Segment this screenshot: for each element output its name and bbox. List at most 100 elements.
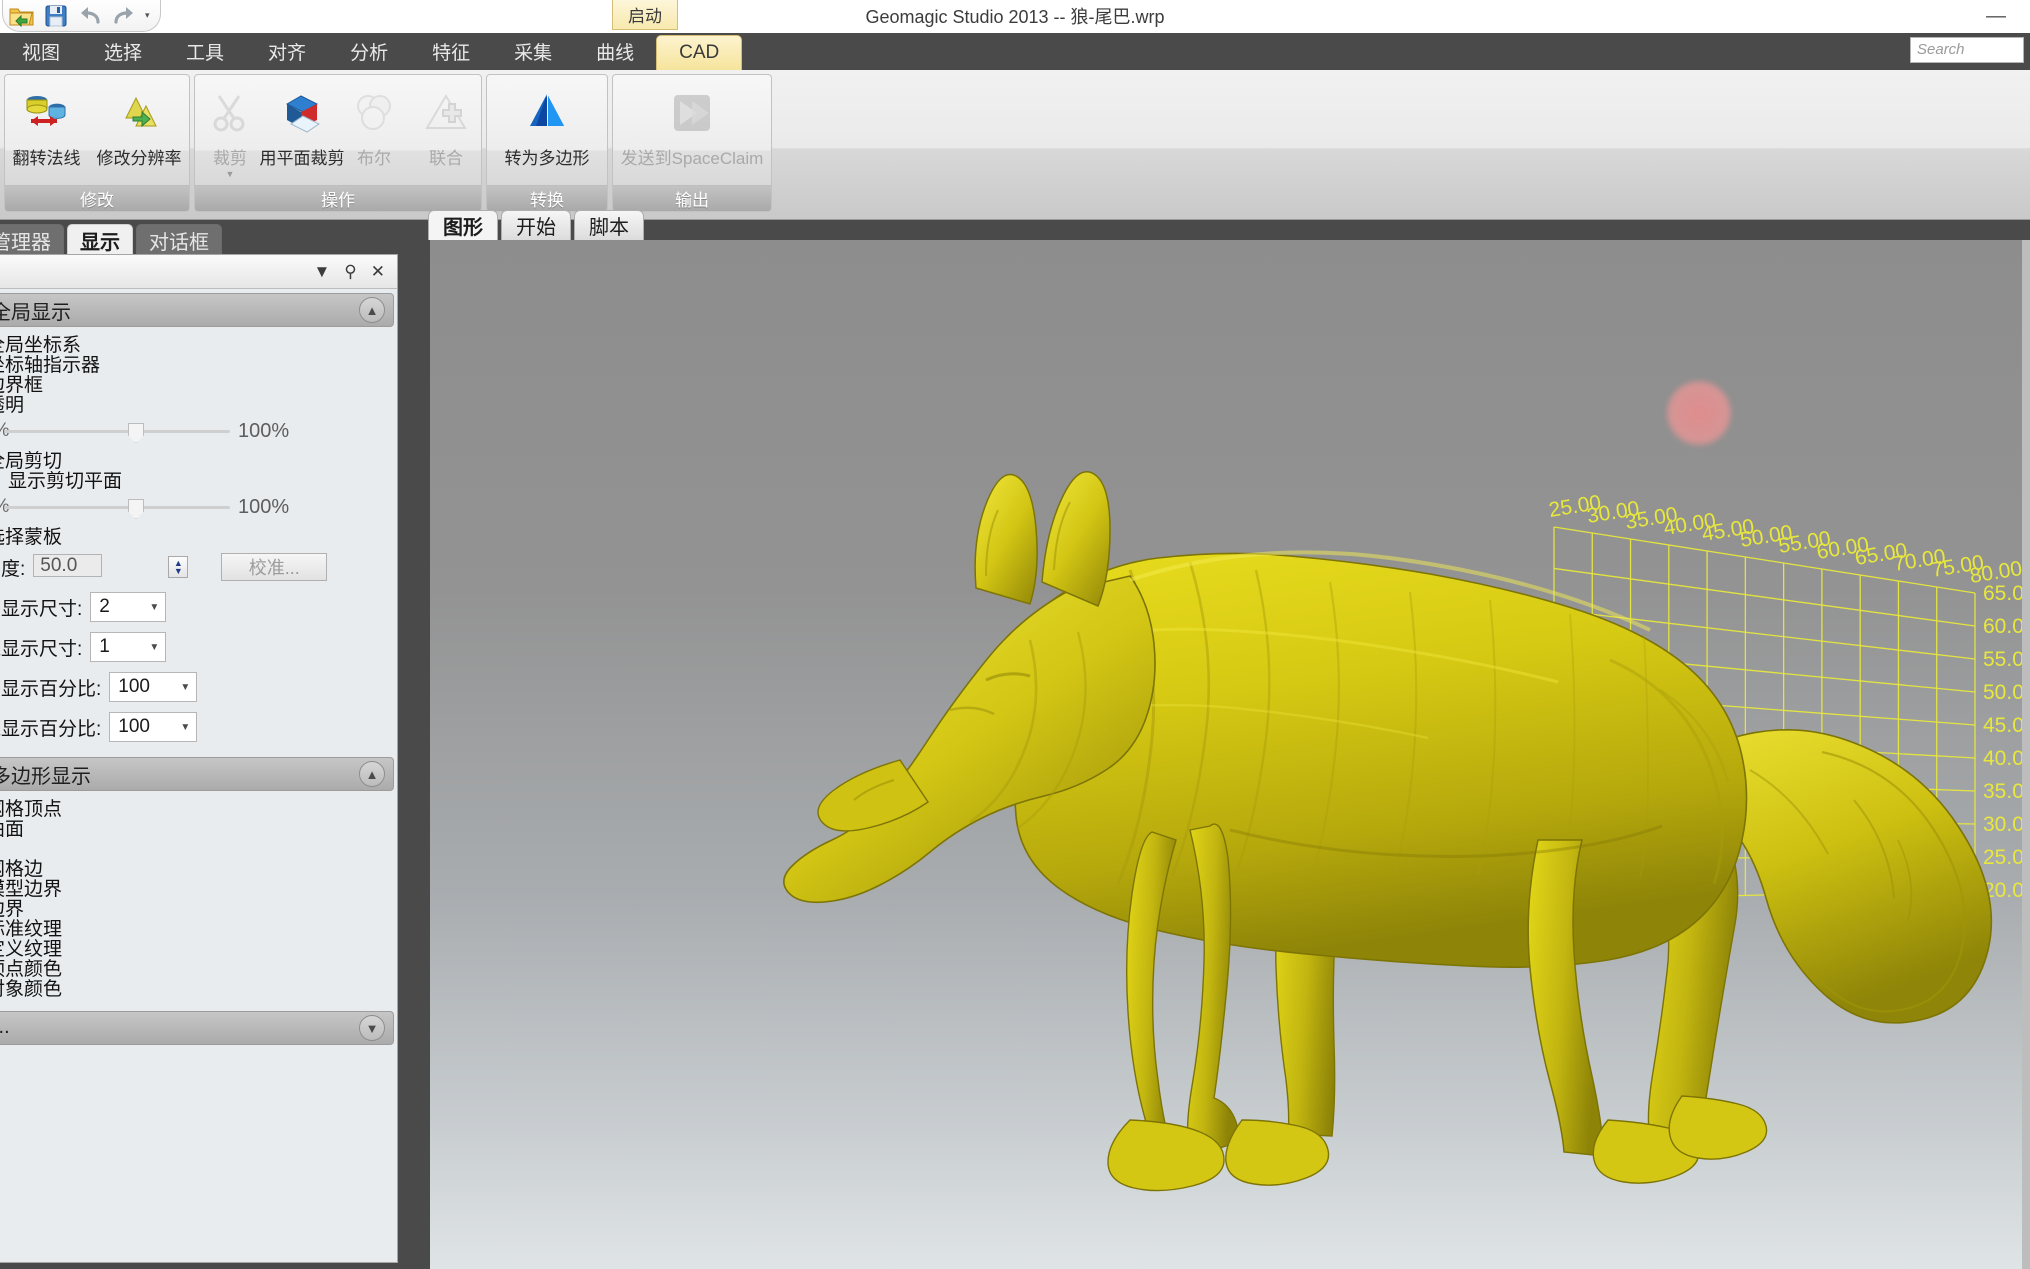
3d-viewport[interactable]: 25.00 30.00 35.00 40.00 45.00 50.00 55.00 60.00… <box>430 240 2030 1269</box>
modify-resolution-icon <box>111 84 167 142</box>
ribbon-group-3: 发送到SpaceClaim 输出 <box>612 74 772 212</box>
menu-item-i4[interactable]: 分析 <box>328 33 410 70</box>
section-title: ... <box>0 1016 10 1038</box>
menu-item-i3[interactable]: 对齐 <box>246 33 328 70</box>
slider-thumb[interactable] <box>128 423 144 443</box>
point-size-label: 点显示尺寸: <box>0 598 83 620</box>
collapsed-section-1[interactable]: ... ▼ <box>0 1011 394 1045</box>
panel-pin-icon[interactable]: ⚲ <box>344 263 356 280</box>
display-properties-panel: ▼ ⚲ ✕ 全局显示 ▲ 全局坐标系 坐标轴指示器 边界框 透明 0% <box>0 254 398 1263</box>
ribbon-group-items: 裁剪 ▼ 用平面裁剪 布尔 联合 <box>195 75 481 185</box>
ribbon-button-boolean: 布尔 <box>339 81 409 172</box>
slider-track <box>4 506 230 509</box>
checkbox-show-clip-plane[interactable]: 显示剪切平面 <box>0 469 394 492</box>
ribbon-toolbar: 翻转法线 修改分辨率 修改 裁剪 ▼ 用平面裁剪 布尔 联合 操作 转为多边形 转换 发… <box>0 70 2030 220</box>
depth-stepper[interactable]: 50.0 ▲ ▼ <box>33 553 191 581</box>
left-dock-tab-dialog[interactable]: 对话框 <box>136 224 222 256</box>
left-dock-tab-manager[interactable]: 管理器 <box>0 224 64 256</box>
point-size-select[interactable]: 2 ▼ <box>90 592 167 622</box>
slider-track <box>4 430 230 433</box>
panel-close-icon[interactable]: ✕ <box>371 263 385 280</box>
menu-item-i0[interactable]: 视图 <box>0 33 82 70</box>
ribbon-button-trim-with-plane[interactable]: 用平面裁剪 <box>260 81 345 172</box>
window-title: Geomagic Studio 2013 -- 狼-尾巴.wrp <box>865 7 1165 27</box>
ribbon-button-modify-resolution[interactable]: 修改分辨率 <box>90 81 189 172</box>
search-input[interactable]: Search <box>1910 37 2024 63</box>
chevron-up-icon[interactable]: ▲ <box>359 761 385 787</box>
left-dock-tab-display[interactable]: 显示 <box>67 224 133 256</box>
select-value: 2 <box>99 596 110 617</box>
merge-union-icon <box>418 84 474 142</box>
boolean-icon <box>346 84 402 142</box>
point-percent-select[interactable]: 100 ▼ <box>109 672 198 702</box>
transparency-slider[interactable] <box>4 423 230 443</box>
section-body-polygon-display: 网格顶点曲面网格边模型边界边界标准纹理定义纹理顶点颜色对象颜色 <box>0 791 397 1005</box>
viewport-scrollbar[interactable] <box>2022 240 2030 1269</box>
ribbon-button-flip-normals[interactable]: 翻转法线 <box>6 81 88 172</box>
line-percent-label: 线显示百分比: <box>0 718 102 740</box>
checkbox-polygon-9[interactable]: 对象颜色 <box>0 977 394 1000</box>
ribbon-button-label: 布尔 <box>357 149 391 168</box>
menu-item-i1[interactable]: 选择 <box>82 33 164 70</box>
wolf-3d-model[interactable] <box>430 240 2030 1269</box>
ribbon-group-0: 翻转法线 修改分辨率修改 <box>4 74 190 212</box>
line-size-select[interactable]: 1 ▼ <box>90 632 167 662</box>
line-percent-select[interactable]: 100 ▼ <box>109 712 198 742</box>
clip-slider[interactable] <box>4 499 230 519</box>
ribbon-group-label: 修改 <box>5 185 189 211</box>
start-button[interactable]: 启动 <box>612 0 678 30</box>
checkbox-selection-mask[interactable]: 选择蒙板 <box>0 525 394 548</box>
ribbon-group-2: 转为多边形 转换 <box>486 74 608 212</box>
convert-to-polygon-icon <box>519 84 575 142</box>
ribbon-button-label: 裁剪 <box>213 149 247 168</box>
minimize-button[interactable]: — <box>1976 2 2016 30</box>
menu-item-i5[interactable]: 特征 <box>410 33 492 70</box>
checkbox-polygon-0[interactable]: 网格顶点 <box>0 797 394 820</box>
menu-item-i6[interactable]: 采集 <box>492 33 574 70</box>
chevron-down-icon[interactable]: ▼ <box>226 170 235 179</box>
ribbon-group-items: 转为多边形 <box>487 75 607 185</box>
window-titlebar: Geomagic Studio 2013 -- 狼-尾巴.wrp ▾ 启动 — <box>0 0 2030 34</box>
slider-thumb[interactable] <box>128 499 144 519</box>
slider-max-label: 100% <box>238 419 290 442</box>
chevron-down-icon: ▼ <box>180 721 191 733</box>
checkbox-transparency[interactable]: 透明 <box>0 393 394 416</box>
ribbon-button-convert-to-polygon[interactable]: 转为多边形 <box>498 81 597 172</box>
send-to-spaceclaim-icon <box>664 84 720 142</box>
viewport-tab-start[interactable]: 开始 <box>501 210 571 240</box>
chevron-down-icon[interactable]: ▼ <box>359 1015 385 1041</box>
chevron-down-icon[interactable]: ▾ <box>145 10 150 21</box>
checkbox-polygon-4[interactable]: 模型边界 <box>0 877 394 900</box>
open-icon[interactable] <box>7 2 37 30</box>
viewport-tab-script[interactable]: 脚本 <box>574 210 644 240</box>
trim-with-plane-icon <box>274 84 330 142</box>
select-value: 1 <box>99 636 110 657</box>
panel-menu-icon[interactable]: ▼ <box>313 263 330 280</box>
ribbon-button-scissors-trim: 裁剪 ▼ <box>195 81 265 180</box>
ribbon-group-1: 裁剪 ▼ 用平面裁剪 布尔 联合 操作 <box>194 74 482 212</box>
menu-item-i7[interactable]: 曲线 <box>574 33 656 70</box>
stepper-arrows-icon[interactable]: ▲ ▼ <box>168 556 189 578</box>
viewport-tab-graphics[interactable]: 图形 <box>428 210 498 240</box>
chevron-up-icon[interactable]: ▲ <box>359 297 385 323</box>
save-icon[interactable] <box>41 2 71 30</box>
calibrate-button[interactable]: 校准... <box>221 553 328 581</box>
stepper-down-icon[interactable]: ▼ <box>174 567 183 576</box>
depth-input[interactable]: 50.0 <box>33 554 103 577</box>
left-dock-panel: 管理器 显示 对话框 ▼ ⚲ ✕ 全局显示 ▲ 全局坐标系 坐标轴指示器 边界框… <box>0 220 418 1269</box>
checkbox-axis-indicator[interactable]: 坐标轴指示器 <box>0 353 394 376</box>
checkbox-polygon-2[interactable] <box>0 837 394 857</box>
section-title: 多边形显示 <box>0 765 91 788</box>
redo-icon[interactable] <box>109 2 139 30</box>
section-header-global-display[interactable]: 全局显示 ▲ <box>0 293 394 327</box>
menu-item-cad[interactable]: CAD <box>656 35 743 70</box>
undo-icon[interactable] <box>75 2 105 30</box>
point-percent-row: 点显示百分比: 100 ▼ <box>0 669 394 705</box>
depth-row: 深度: 50.0 ▲ ▼ 校准... <box>0 549 394 585</box>
viewport-dock: 图形 开始 脚本 25.00 30.00 35.00 40.00 45.00 50.00 5… <box>418 210 2030 1269</box>
transparency-slider-row: 0% 100% <box>0 413 394 449</box>
point-percent-label: 点显示百分比: <box>0 678 102 700</box>
section-header-polygon-display[interactable]: 多边形显示 ▲ <box>0 757 394 791</box>
menu-item-i2[interactable]: 工具 <box>164 33 246 70</box>
section-title: 全局显示 <box>0 301 71 324</box>
